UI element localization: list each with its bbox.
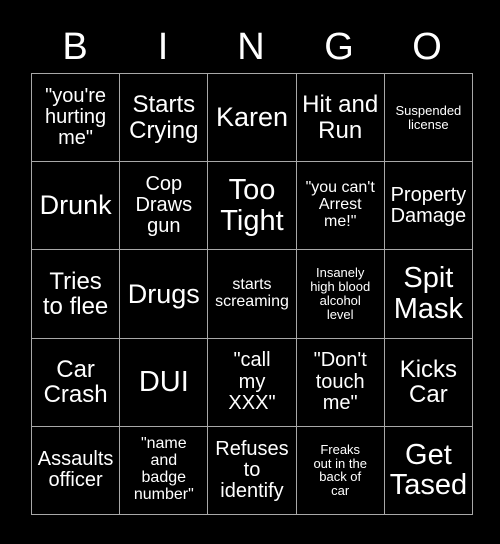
bingo-cell[interactable]: "Don't touch me"	[296, 338, 384, 426]
bingo-cell[interactable]: Insanely high blood alcohol level	[296, 250, 384, 338]
bingo-cell-label: "name and badge number"	[133, 435, 194, 504]
bingo-grid: "you're hurting me" Starts Crying Karen Hit…	[31, 73, 473, 515]
bingo-cell[interactable]: Property Damage	[384, 162, 472, 250]
header-letter-b: B	[62, 26, 88, 68]
bingo-cell[interactable]: Karen	[208, 74, 296, 162]
header-letter-g: G	[324, 26, 354, 68]
bingo-cell-label: "Don't touch me"	[313, 349, 367, 414]
bingo-cell[interactable]: Drunk	[32, 162, 120, 250]
bingo-cell-label: "you're hurting me"	[45, 84, 107, 150]
bingo-cell[interactable]: Too Tight	[208, 162, 296, 250]
bingo-cell-label: Drugs	[127, 278, 200, 309]
bingo-cell-label: Refuses to identify	[215, 437, 289, 502]
bingo-cell[interactable]: Suspended license	[384, 74, 472, 162]
bingo-cell-label: Freaks out in the back of car	[313, 441, 367, 499]
bingo-cell-label: Assaults officer	[37, 448, 114, 492]
bingo-cell[interactable]: Assaults officer	[32, 426, 120, 514]
bingo-cell-label: Kicks Car	[399, 355, 458, 409]
bingo-cell[interactable]: Get Tased	[384, 426, 472, 514]
bingo-cell-label: Tries to flee	[42, 267, 109, 320]
bingo-cell-label: Spit Mask	[393, 262, 464, 325]
bingo-cell[interactable]: Starts Crying	[120, 74, 208, 162]
bingo-cell-label: Suspended license	[395, 102, 462, 132]
bingo-cell-label: Get Tased	[389, 438, 468, 502]
bingo-cell-label: Hit and Run	[302, 91, 379, 144]
bingo-cell-label: Starts Crying	[129, 91, 199, 144]
bingo-cell[interactable]: "you're hurting me"	[32, 74, 120, 162]
bingo-cell-label: Too Tight	[220, 174, 284, 237]
bingo-cell[interactable]: "call my XXX"	[208, 338, 296, 426]
bingo-cell[interactable]: Spit Mask	[384, 250, 472, 338]
bingo-cell[interactable]: "you can't Arrest me!"	[296, 162, 384, 250]
header-letter-n: N	[237, 26, 265, 68]
bingo-cell[interactable]: Freaks out in the back of car	[296, 426, 384, 514]
bingo-cell[interactable]: Hit and Run	[296, 74, 384, 162]
bingo-cell[interactable]: Car Crash	[32, 338, 120, 426]
bingo-cell[interactable]: Tries to flee	[32, 250, 120, 338]
bingo-cell[interactable]: Drugs	[120, 250, 208, 338]
bingo-card: B I N G O "you're hurting me" Starts Cryi…	[0, 0, 500, 544]
bingo-cell[interactable]: "name and badge number"	[120, 426, 208, 514]
bingo-cell-label: starts screaming	[215, 276, 289, 310]
bingo-cell[interactable]: DUI	[120, 338, 208, 426]
bingo-cell-label: Insanely high blood alcohol level	[310, 265, 371, 322]
bingo-cell-label: "you can't Arrest me!"	[305, 179, 375, 231]
bingo-cell[interactable]: starts screaming	[208, 250, 296, 338]
bingo-cell-label: Car Crash	[43, 355, 108, 409]
bingo-header: B I N G O	[31, 22, 471, 72]
bingo-cell-label: DUI	[138, 365, 189, 398]
bingo-cell-label: Property Damage	[390, 183, 467, 227]
bingo-cell[interactable]: Cop Draws gun	[120, 162, 208, 250]
bingo-cell[interactable]: Kicks Car	[384, 338, 472, 426]
header-letter-o: O	[412, 26, 442, 68]
bingo-cell[interactable]: Refuses to identify	[208, 426, 296, 514]
bingo-cell-label: Drunk	[39, 190, 112, 221]
header-letter-i: I	[157, 26, 169, 68]
bingo-cell-label: "call my XXX"	[228, 349, 276, 414]
bingo-cell-label: Karen	[215, 102, 289, 133]
bingo-cell-label: Cop Draws gun	[135, 173, 193, 238]
